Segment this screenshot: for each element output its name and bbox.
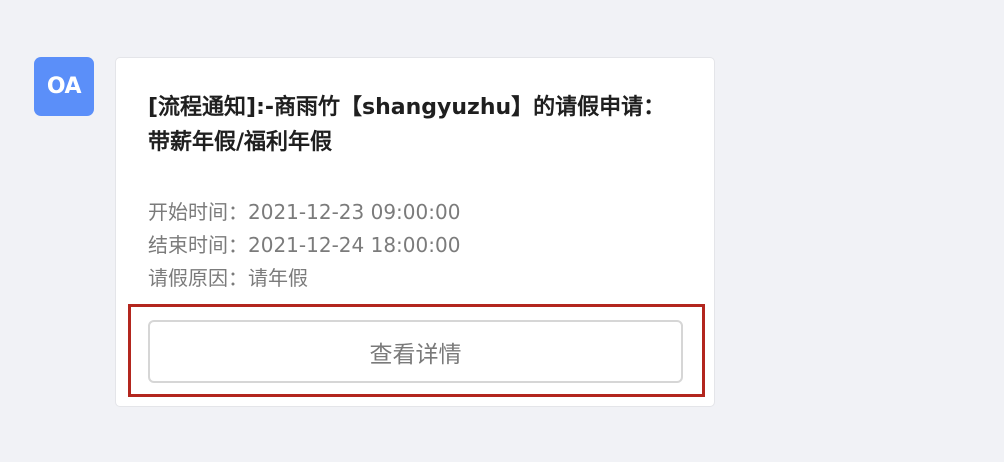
view-details-button[interactable]: 查看详情 (148, 320, 683, 383)
field-end-time: 结束时间：2021-12-24 18:00:00 (148, 229, 688, 262)
oa-avatar[interactable]: OA (34, 57, 94, 116)
field-value: 2021-12-23 09:00:00 (248, 200, 461, 224)
field-label: 结束时间： (148, 233, 248, 257)
card-fields: 开始时间：2021-12-23 09:00:00 结束时间：2021-12-24… (148, 196, 688, 295)
field-label: 请假原因： (148, 266, 248, 290)
field-start-time: 开始时间：2021-12-23 09:00:00 (148, 196, 688, 229)
notification-card: [流程通知]:-商雨竹【shangyuzhu】的请假申请：带薪年假/福利年假 开… (115, 57, 715, 407)
field-leave-reason: 请假原因：请年假 (148, 262, 688, 295)
card-title: [流程通知]:-商雨竹【shangyuzhu】的请假申请：带薪年假/福利年假 (148, 95, 666, 155)
field-value: 2021-12-24 18:00:00 (248, 233, 461, 257)
field-label: 开始时间： (148, 200, 248, 224)
field-value: 请年假 (248, 266, 308, 290)
avatar-label: OA (46, 74, 82, 99)
